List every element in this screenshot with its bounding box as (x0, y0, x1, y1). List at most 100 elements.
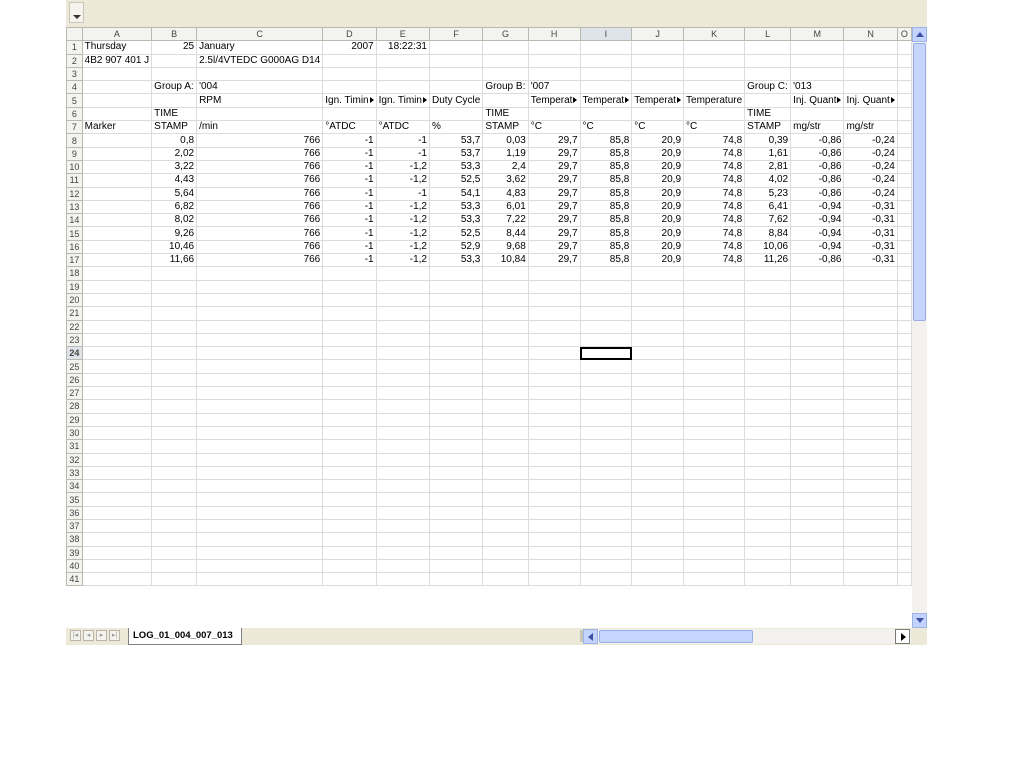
vertical-scrollbar[interactable] (912, 27, 927, 628)
cell-g16[interactable]: 9,68 (482, 239, 529, 255)
cell-k10[interactable]: 74,8 (683, 159, 746, 175)
cell-o3[interactable] (896, 66, 912, 82)
cell-h39[interactable] (527, 545, 581, 560)
cell-e8[interactable]: -1 (375, 133, 430, 148)
cell-h12[interactable]: 29,7 (527, 186, 581, 201)
cell-c23[interactable] (196, 332, 324, 348)
cell-j19[interactable] (631, 279, 685, 294)
cell-f20[interactable] (428, 292, 484, 308)
cell-n17[interactable]: -0,31 (843, 253, 898, 268)
last-sheet-icon[interactable]: ▸| (109, 630, 120, 641)
cell-k24[interactable] (683, 346, 746, 361)
cell-e13[interactable]: -1,2 (375, 199, 430, 215)
cell-i33[interactable] (579, 465, 633, 481)
cell-f31[interactable] (428, 439, 484, 454)
cell-f25[interactable] (428, 359, 484, 374)
cell-e4[interactable] (375, 80, 430, 95)
cell-g3[interactable] (482, 66, 529, 82)
cell-o38[interactable] (896, 532, 912, 547)
cell-f26[interactable] (428, 372, 484, 388)
cell-d22[interactable] (322, 319, 377, 334)
cell-m26[interactable] (790, 372, 845, 388)
cell-b29[interactable] (151, 412, 198, 427)
cell-l20[interactable] (744, 292, 792, 308)
cell-b2[interactable] (151, 53, 198, 68)
cell-e19[interactable] (375, 279, 430, 294)
cell-b38[interactable] (151, 532, 198, 547)
cell-d13[interactable]: -1 (322, 199, 377, 215)
cell-d27[interactable] (322, 386, 377, 401)
cell-a29[interactable] (81, 412, 153, 427)
row-header[interactable]: 1 (66, 40, 83, 55)
cell-e40[interactable] (375, 558, 430, 574)
cell-j16[interactable]: 20,9 (631, 239, 685, 255)
cell-i28[interactable] (579, 399, 633, 414)
row-header[interactable]: 13 (66, 199, 83, 215)
cell-k9[interactable]: 74,8 (683, 146, 746, 161)
cell-e32[interactable] (375, 452, 430, 467)
cell-i24[interactable] (579, 346, 633, 361)
cell-b10[interactable]: 3,22 (151, 159, 198, 175)
horizontal-scroll-thumb[interactable] (599, 630, 753, 643)
cell-a23[interactable] (81, 332, 153, 348)
cell-n37[interactable] (843, 518, 898, 534)
cell-j14[interactable]: 20,9 (631, 213, 685, 228)
cell-i20[interactable] (579, 292, 633, 308)
cell-m34[interactable] (790, 479, 845, 494)
column-header-b[interactable]: B (151, 27, 198, 42)
cell-k17[interactable]: 74,8 (683, 253, 746, 268)
cell-j9[interactable]: 20,9 (631, 146, 685, 161)
cell-o28[interactable] (896, 399, 912, 414)
cell-a33[interactable] (81, 465, 153, 481)
cell-b13[interactable]: 6,82 (151, 199, 198, 215)
cell-j8[interactable]: 20,9 (631, 133, 685, 148)
cell-a32[interactable] (81, 452, 153, 467)
cell-f17[interactable]: 53,3 (428, 253, 484, 268)
cell-l24[interactable] (744, 346, 792, 361)
cell-g12[interactable]: 4,83 (482, 186, 529, 201)
cell-h31[interactable] (527, 439, 581, 454)
cell-k34[interactable] (683, 479, 746, 494)
cell-j36[interactable] (631, 505, 685, 520)
cell-o18[interactable] (896, 266, 912, 281)
cell-j29[interactable] (631, 412, 685, 427)
cell-e18[interactable] (375, 266, 430, 281)
cell-m9[interactable]: -0,86 (790, 146, 845, 161)
cell-b33[interactable] (151, 465, 198, 481)
cell-b28[interactable] (151, 399, 198, 414)
cell-m10[interactable]: -0,86 (790, 159, 845, 175)
cell-k11[interactable]: 74,8 (683, 173, 746, 188)
cell-f30[interactable] (428, 425, 484, 441)
cell-h34[interactable] (527, 479, 581, 494)
column-header-d[interactable]: D (322, 27, 377, 42)
cell-l1[interactable] (744, 40, 792, 55)
cell-o16[interactable] (896, 239, 912, 255)
cell-i2[interactable] (579, 53, 633, 68)
cell-g20[interactable] (482, 292, 529, 308)
cell-g26[interactable] (482, 372, 529, 388)
cell-b12[interactable]: 5,64 (151, 186, 198, 201)
cell-j26[interactable] (631, 372, 685, 388)
row-header[interactable]: 15 (66, 226, 83, 241)
cell-c15[interactable]: 766 (196, 226, 324, 241)
cell-k40[interactable] (683, 558, 746, 574)
cell-n34[interactable] (843, 479, 898, 494)
cell-k4[interactable] (683, 80, 746, 95)
cell-n38[interactable] (843, 532, 898, 547)
cell-c3[interactable] (196, 66, 324, 82)
row-header[interactable]: 20 (66, 292, 83, 308)
cell-f22[interactable] (428, 319, 484, 334)
cell-n9[interactable]: -0,24 (843, 146, 898, 161)
cell-g7[interactable]: STAMP (482, 120, 529, 135)
cell-l32[interactable] (744, 452, 792, 467)
cell-j40[interactable] (631, 558, 685, 574)
cell-d38[interactable] (322, 532, 377, 547)
cell-b20[interactable] (151, 292, 198, 308)
cell-l9[interactable]: 1,61 (744, 146, 792, 161)
cell-l31[interactable] (744, 439, 792, 454)
cell-l40[interactable] (744, 558, 792, 574)
cell-a14[interactable] (81, 213, 153, 228)
cell-n14[interactable]: -0,31 (843, 213, 898, 228)
cell-l2[interactable] (744, 53, 792, 68)
cell-d30[interactable] (322, 425, 377, 441)
